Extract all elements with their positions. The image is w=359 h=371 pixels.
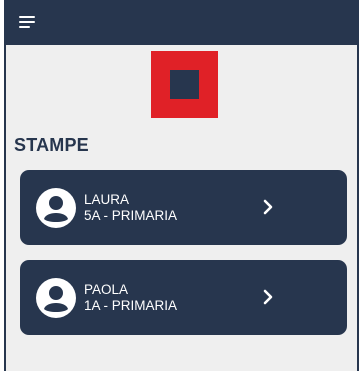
section-title: STAMPE [14, 135, 89, 155]
student-info: PAOLA 1A - PRIMARIA [84, 282, 177, 314]
student-name: LAURA [84, 192, 130, 207]
student-card-laura[interactable]: LAURA 5A - PRIMARIA [20, 170, 347, 245]
hamburger-menu-icon[interactable] [19, 16, 35, 28]
app-logo [151, 51, 218, 118]
chevron-right-icon[interactable] [259, 198, 277, 216]
chevron-right-icon[interactable] [259, 288, 277, 306]
user-avatar-icon [36, 278, 76, 318]
student-class: 5A - PRIMARIA [84, 208, 178, 223]
user-avatar-icon [36, 188, 76, 228]
app-logo-inner-square [170, 70, 199, 99]
student-class: 1A - PRIMARIA [84, 298, 178, 313]
student-name: PAOLA [84, 282, 129, 297]
app-screen: STAMPE LAURA 5A - PRIMARIA PAOLA 1A - PR… [4, 0, 359, 371]
student-card-paola[interactable]: PAOLA 1A - PRIMARIA [20, 260, 347, 335]
student-info: LAURA 5A - PRIMARIA [84, 192, 177, 224]
top-app-bar [6, 0, 357, 45]
